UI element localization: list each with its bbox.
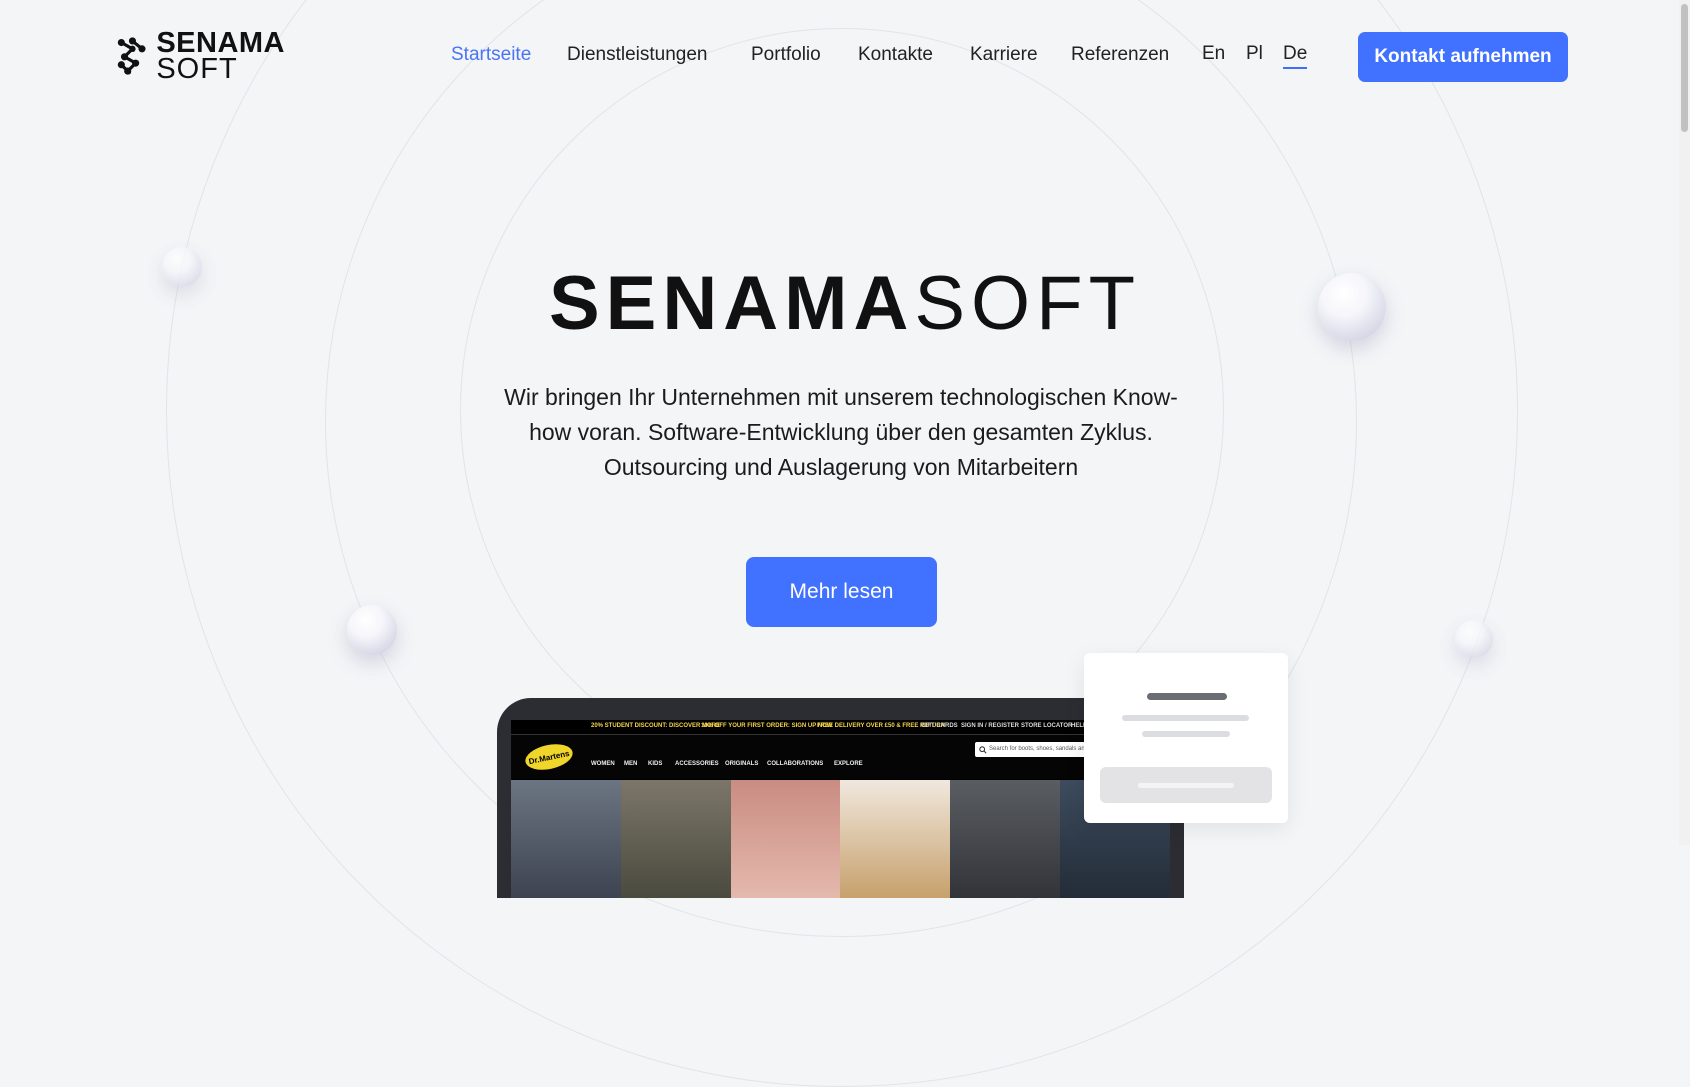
logo-name-light: SOFT	[156, 53, 238, 85]
preview-menu-item: WOMEN	[591, 761, 615, 767]
preview-menu-item: MEN	[624, 761, 638, 767]
card-skeleton-title	[1147, 693, 1227, 700]
nav-link-kontakte[interactable]: Kontakte	[858, 44, 933, 66]
orbit-outer	[166, 0, 1518, 1087]
read-more-button[interactable]: Mehr lesen	[746, 557, 937, 627]
floating-card	[1084, 653, 1288, 823]
search-icon	[979, 746, 987, 754]
nav-link-portfolio[interactable]: Portfolio	[751, 44, 821, 66]
preview-photo	[511, 780, 621, 898]
site-header: SENAMA SOFT Startseite Dienstleistungen …	[0, 0, 1690, 115]
preview-navbar: Dr.Martens WOMEN MEN KIDS ACCESSORIES OR…	[511, 735, 1170, 779]
nav-link-startseite[interactable]: Startseite	[451, 44, 531, 66]
preview-menu-item: KIDS	[648, 761, 663, 767]
laptop-preview: 20% STUDENT DISCOUNT: DISCOVER MORE 10% …	[497, 698, 1184, 898]
preview-menu-item: ACCESSORIES	[675, 761, 719, 767]
preview-photo	[950, 780, 1061, 898]
language-en[interactable]: En	[1202, 43, 1225, 65]
language-de[interactable]: De	[1283, 43, 1308, 69]
decorative-sphere	[1455, 620, 1493, 658]
preview-photo	[730, 780, 841, 898]
preview-brand-logo: Dr.Martens	[523, 740, 575, 774]
language-pl[interactable]: Pl	[1246, 43, 1263, 65]
logo-wordmark: SENAMA SOFT	[156, 29, 285, 85]
preview-menu-item: ORIGINALS	[725, 761, 759, 767]
nav-link-karriere[interactable]: Karriere	[970, 44, 1038, 66]
hero-title-bold: SENAMA	[548, 261, 915, 346]
preview-promo-bar: 20% STUDENT DISCOUNT: DISCOVER MORE 10% …	[511, 720, 1170, 735]
preview-photo	[620, 780, 731, 898]
card-skeleton-line	[1122, 715, 1249, 721]
laptop-screen: 20% STUDENT DISCOUNT: DISCOVER MORE 10% …	[511, 720, 1170, 898]
nav-link-referenzen[interactable]: Referenzen	[1071, 44, 1169, 66]
preview-menu-item: EXPLORE	[834, 761, 863, 767]
preview-promo-item: GIFT CARDS	[921, 723, 958, 729]
preview-promo-item: 10% OFF YOUR FIRST ORDER: SIGN UP NOW	[701, 723, 833, 729]
card-skeleton-line	[1142, 731, 1230, 737]
preview-promo-item: STORE LOCATOR	[1021, 723, 1073, 729]
preview-photo-strip	[511, 780, 1170, 898]
preview-promo-item: SIGN IN / REGISTER	[961, 723, 1020, 729]
preview-photo	[840, 780, 951, 898]
decorative-sphere	[347, 605, 397, 655]
scrollbar-thumb[interactable]	[1681, 4, 1688, 132]
logo[interactable]: SENAMA SOFT	[115, 29, 285, 85]
logo-icon	[117, 37, 146, 75]
hero-title-light: SOFT	[914, 261, 1141, 346]
card-skeleton-button-label	[1138, 783, 1234, 788]
hero-title: SENAMASOFT	[0, 262, 1690, 346]
page-scrollbar[interactable]	[1679, 0, 1690, 845]
nav-link-dienstleistungen[interactable]: Dienstleistungen	[567, 44, 707, 66]
contact-button[interactable]: Kontakt aufnehmen	[1358, 32, 1568, 82]
hero-description: Wir bringen Ihr Unternehmen mit unserem …	[504, 384, 1178, 480]
preview-menu-item: COLLABORATIONS	[767, 761, 824, 767]
